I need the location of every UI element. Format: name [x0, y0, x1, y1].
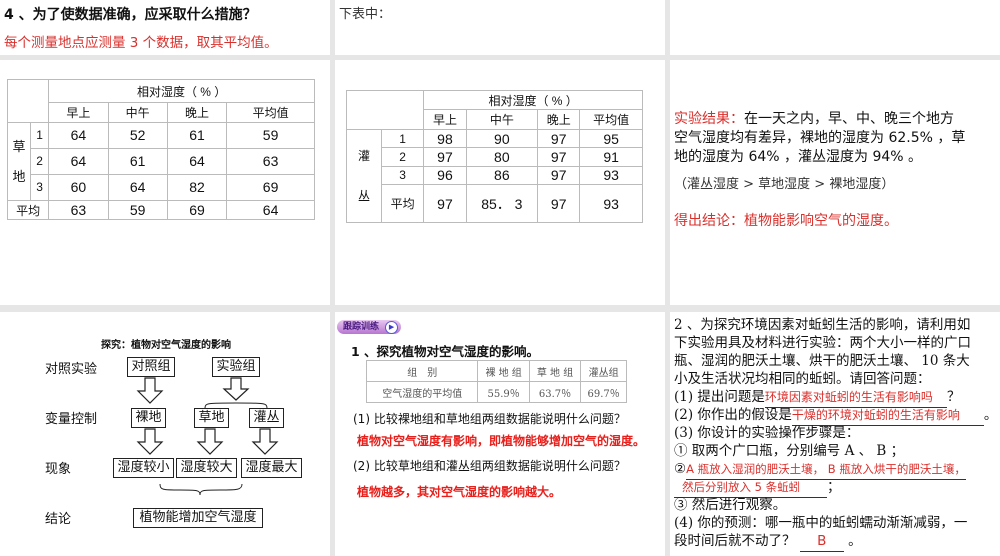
panel-grass-table: 相对湿度（ % ） 早上 中午 晚上 平均值 草地 1 64 52 61 59 2 64 61 64 6…	[0, 60, 330, 305]
table-row: 平均 63 59 69 64	[6, 200, 315, 220]
panel-earthworm: 2 、为探究环境因素对蚯蚓生活的影响，请利用如 下实验用具及材料进行实验：两个大…	[670, 312, 1000, 556]
table-row: 3 96 86 97 93	[347, 165, 643, 186]
play-icon: ▶	[385, 321, 399, 334]
answer-blank: B	[799, 532, 844, 552]
group-label: 灌丛	[346, 129, 382, 223]
answer-text: 每个测量地点应测量 3 个数据，取其平均值。	[4, 35, 278, 51]
table-row: 3 60 64 82 69	[8, 173, 315, 202]
comparison: （灌丛湿度 > 草地湿度 > 裸地湿度）	[674, 177, 895, 192]
result-line-3: 地的湿度为 64% ，灌丛湿度为 94% 。	[674, 149, 923, 165]
table-row: 2 97 80 97 91	[347, 147, 643, 167]
answer-2: 植物越多，其对空气湿度的影响越大。	[357, 485, 562, 499]
table-row: 灌丛 1 98 90 97 95	[346, 128, 643, 223]
panel-flowchart: 探究：植物对空气湿度的影响 对照实验 变量控制 现象 结论 对照组 实验组 裸地…	[0, 312, 330, 556]
branch-brace	[204, 402, 268, 409]
q2-part-4: (4) 你的预测：哪一瓶中的蚯蚓蠕动渐渐减弱，一	[674, 515, 968, 531]
intro-text: 下表中：	[339, 7, 392, 22]
step-3: ③ 然后进行观察。	[674, 497, 787, 513]
down-arrow-icon	[251, 428, 279, 455]
panel-result: 实验结果：在一天之内，早、中、晚三个地方 空气湿度均有差异，裸地的湿度为 62.…	[670, 60, 1000, 305]
answer-blank: 环境因素对蚯蚓的生活有影响吗	[764, 388, 947, 408]
answer-blank: A 瓶放入湿润的肥沃土壤， B 瓶放入烘干的肥沃土壤，	[686, 460, 966, 480]
q2-line: 小及生活状况均相同的蚯蚓。请回答问题：	[674, 371, 931, 387]
col: 平均值	[226, 102, 315, 123]
q2-part-3: (3) 你设计的实验操作步骤是：	[674, 425, 860, 441]
col: 晚上	[166, 102, 228, 123]
shrub-humidity-table: 相对湿度（ % ） 早上 中午 晚上 平均值 灌丛 1 98 90 97 95 2 97 80 97 9…	[345, 90, 643, 223]
sub-question-1: (1) 比较裸地组和草地组两组数据能说明什么问题？	[353, 412, 626, 426]
panel-question-4: 4 、为了使数据准确，应采取什么措施？ 每个测量地点应测量 3 个数据，取其平均…	[0, 0, 330, 55]
grass-humidity-table: 相对湿度（ % ） 早上 中午 晚上 平均值 草地 1 64 52 61 59 2 64 61 64 6…	[6, 79, 315, 220]
panel-practice: 跟踪训练 ▶ 1 、探究植物对空气湿度的影响。 组 别裸 地 组草 地 组灌丛组 …	[335, 312, 665, 556]
answer-blank: 干燥的环境对蚯蚓的生活有影响	[791, 406, 984, 426]
practice-table: 组 别裸 地 组草 地 组灌丛组 空气湿度的平均值 55.9％ 63.7％ 69.7％	[365, 360, 627, 403]
answer-blank: 然后分别放入 5 条蚯蚓	[674, 478, 827, 498]
col: 中午	[107, 102, 168, 123]
col: 早上	[48, 102, 109, 123]
down-arrow-icon	[196, 428, 224, 455]
q2-part-4-cont: 段时间后就不动了？ B 。	[674, 532, 862, 552]
q2-line: 瓶、湿润的肥沃土壤、烘干的肥沃土壤、 10 条大	[674, 353, 970, 369]
q2-part-1: (1) 提出问题是环境因素对蚯蚓的生活有影响吗？	[674, 388, 960, 408]
q2-line: 下实验用具及材料进行实验：两个大小一样的广口	[674, 335, 971, 351]
result-line-2: 空气湿度均有差异，裸地的湿度为 62.5% ，草	[674, 130, 966, 146]
step-2-cont: 然后分别放入 5 条蚯蚓；	[674, 478, 841, 498]
conclusion: 得出结论：植物能影响空气的湿度。	[674, 213, 898, 229]
step-2: ②A 瓶放入湿润的肥沃土壤， B 瓶放入烘干的肥沃土壤，	[674, 460, 966, 480]
step-1: ① 取两个广口瓶，分别编号 A 、 B ；	[674, 443, 905, 459]
question-text: 4 、为了使数据准确，应采取什么措施？	[4, 7, 257, 23]
q2-line: 2 、为探究环境因素对蚯蚓生活的影响，请利用如	[674, 317, 971, 333]
table-row: 平均 97 85． 3 97 93	[347, 184, 643, 223]
down-arrow-icon	[222, 377, 250, 401]
group-label: 草地	[7, 122, 31, 201]
flow-arrows	[136, 377, 279, 496]
panel-table-intro: 下表中：	[335, 0, 665, 55]
practice-badge: 跟踪训练 ▶	[337, 320, 402, 334]
panel-shrub-table: 相对湿度（ % ） 早上 中午 晚上 平均值 灌丛 1 98 90 97 95 2 97 80 97 9…	[335, 60, 665, 305]
down-arrow-icon	[136, 377, 164, 404]
result-line-1: 实验结果：在一天之内，早、中、晚三个地方	[674, 111, 954, 127]
panel-blank	[670, 0, 1000, 55]
summary-brace	[159, 483, 243, 496]
table-row: 草地 1 64 52 61 59	[7, 122, 315, 201]
table-row: 2 64 61 64 63	[8, 147, 315, 175]
q2-part-2: (2) 你作出的假设是干燥的环境对蚯蚓的生活有影响。	[674, 406, 997, 426]
header: 相对湿度（ % ）	[48, 79, 315, 103]
q1-title: 1 、探究植物对空气湿度的影响。	[351, 344, 540, 359]
header: 相对湿度（ % ）	[423, 90, 643, 110]
down-arrow-icon	[136, 428, 164, 455]
sub-question-2: (2) 比较草地组和灌丛组两组数据能说明什么问题？	[353, 459, 626, 473]
answer-1: 植物对空气湿度有影响，即植物能够增加空气的湿度。	[357, 434, 646, 448]
